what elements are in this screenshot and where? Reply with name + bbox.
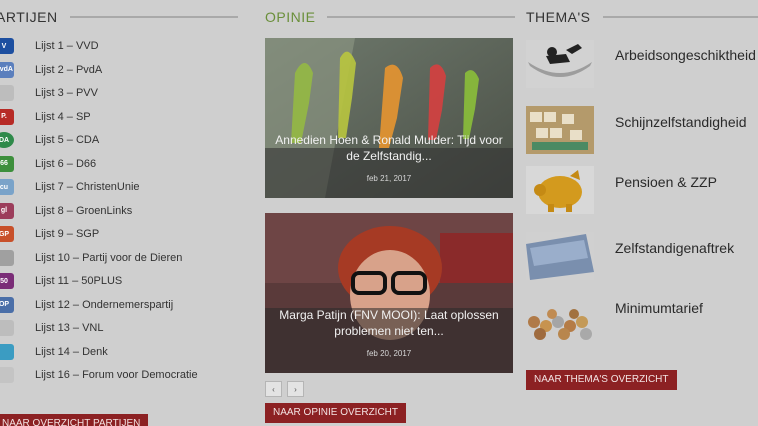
party-label[interactable]: Lijst 2 – PvdA (35, 64, 102, 76)
partijen-divider (69, 16, 238, 18)
party-item-ondernemerspartij[interactable]: OP Lijst 12 – Ondernemerspartij (0, 295, 240, 315)
party-label[interactable]: Lijst 12 – Ondernemerspartij (35, 299, 173, 311)
pager-prev-button[interactable]: ‹ (265, 381, 282, 397)
partijen-title: ARTIJEN (0, 9, 58, 25)
article-date: feb 20, 2017 (366, 349, 412, 358)
article-date: feb 21, 2017 (366, 174, 412, 183)
article-title[interactable]: Marga Patijn (FNV MOOI): Laat oplossen p… (275, 307, 503, 339)
theme-item-minimumtarief[interactable]: Minimumtarief (526, 292, 758, 342)
party-item-christenunie[interactable]: cu Lijst 7 – ChristenUnie (0, 177, 240, 197)
party-item-sp[interactable]: P. Lijst 4 – SP (0, 107, 240, 127)
party-label[interactable]: Lijst 14 – Denk (35, 346, 108, 358)
party-label[interactable]: Lijst 13 – VNL (35, 322, 103, 334)
scrabble-thumbnail (526, 106, 594, 154)
party-label[interactable]: Lijst 9 – SGP (35, 228, 99, 240)
article-card[interactable]: Marga Patijn (FNV MOOI): Laat oplossen p… (265, 213, 513, 373)
theme-label[interactable]: Pensioen & ZZP (615, 174, 717, 190)
d66-logo-icon: 66 (0, 155, 14, 172)
party-item-50plus[interactable]: 50 Lijst 11 – 50PLUS (0, 271, 240, 291)
party-label[interactable]: Lijst 1 – VVD (35, 40, 99, 52)
party-label[interactable]: Lijst 7 – ChristenUnie (35, 181, 140, 193)
party-item-cda[interactable]: DA Lijst 5 – CDA (0, 130, 240, 150)
tax-envelope-thumbnail (526, 232, 594, 280)
hammock-thumbnail (526, 40, 594, 88)
fvd-logo-icon (0, 367, 14, 383)
50plus-logo-icon: 50 (0, 273, 14, 289)
sgp-logo-icon: GP (0, 226, 14, 242)
party-item-vnl[interactable]: Lijst 13 – VNL (0, 318, 240, 338)
article-title[interactable]: Annedien Hoen & Ronald Mulder: Tijd voor… (275, 132, 503, 164)
party-label[interactable]: Lijst 8 – GroenLinks (35, 205, 132, 217)
themas-divider (602, 16, 758, 18)
party-label[interactable]: Lijst 3 – PVV (35, 87, 98, 99)
party-item-groenlinks[interactable]: gl Lijst 8 – GroenLinks (0, 201, 240, 221)
opinie-title: OPINIE (265, 9, 316, 25)
party-item-pvda[interactable]: PvdA Lijst 2 – PvdA (0, 60, 240, 80)
party-item-sgp[interactable]: GP Lijst 9 – SGP (0, 224, 240, 244)
party-item-d66[interactable]: 66 Lijst 6 – D66 (0, 154, 240, 174)
vnl-logo-icon (0, 320, 14, 336)
party-item-fvd[interactable]: Lijst 16 – Forum voor Democratie (0, 365, 240, 385)
theme-item-schijnzelfstandigheid[interactable]: Schijnzelfstandigheid (526, 106, 758, 156)
pvdd-logo-icon (0, 249, 14, 266)
cda-logo-icon: DA (0, 132, 14, 148)
opinie-overview-button[interactable]: NAAR OPINIE OVERZICHT (265, 403, 407, 423)
piggy-bank-thumbnail (526, 166, 594, 214)
party-label[interactable]: Lijst 5 – CDA (35, 134, 99, 146)
themas-title: THEMA'S (526, 9, 591, 25)
theme-label[interactable]: Minimumtarief (615, 300, 703, 316)
ondernemerspartij-logo-icon: OP (0, 296, 14, 313)
party-label[interactable]: Lijst 4 – SP (35, 111, 91, 123)
coins-thumbnail (526, 292, 594, 340)
party-item-pvdd[interactable]: Lijst 10 – Partij voor de Dieren (0, 248, 240, 268)
party-item-pvv[interactable]: Lijst 3 – PVV (0, 83, 240, 103)
party-label[interactable]: Lijst 16 – Forum voor Democratie (35, 369, 198, 381)
party-label[interactable]: Lijst 10 – Partij voor de Dieren (35, 252, 182, 264)
christenunie-logo-icon: cu (0, 179, 14, 195)
sp-logo-icon: P. (0, 108, 14, 125)
theme-label[interactable]: Schijnzelfstandigheid (615, 114, 747, 130)
theme-label[interactable]: Zelfstandigenaftrek (615, 240, 734, 256)
article-card[interactable]: Annedien Hoen & Ronald Mulder: Tijd voor… (265, 38, 513, 198)
groenlinks-logo-icon: gl (0, 202, 14, 219)
pvda-logo-icon: PvdA (0, 61, 14, 78)
theme-item-arbeidsongeschiktheid[interactable]: Arbeidsongeschiktheid (526, 40, 758, 90)
party-item-vvd[interactable]: V Lijst 1 – VVD (0, 36, 240, 56)
party-label[interactable]: Lijst 11 – 50PLUS (35, 275, 122, 287)
denk-logo-icon (0, 343, 14, 360)
pvv-logo-icon (0, 85, 14, 101)
partijen-overview-button[interactable]: NAAR OVERZICHT PARTIJEN (0, 414, 149, 426)
party-item-denk[interactable]: Lijst 14 – Denk (0, 342, 240, 362)
themas-header: THEMA'S (526, 8, 758, 26)
opinie-divider (327, 16, 515, 18)
theme-label[interactable]: Arbeidsongeschiktheid (615, 47, 756, 63)
partijen-header: ARTIJEN (0, 8, 238, 26)
vvd-logo-icon: V (0, 38, 14, 54)
opinie-header: OPINIE (265, 8, 515, 26)
pager-next-button[interactable]: › (287, 381, 304, 397)
theme-item-pensioen[interactable]: Pensioen & ZZP (526, 166, 758, 216)
theme-item-zelfstandigenaftrek[interactable]: Zelfstandigenaftrek (526, 232, 758, 282)
party-label[interactable]: Lijst 6 – D66 (35, 158, 96, 170)
themas-overview-button[interactable]: NAAR THEMA'S OVERZICHT (526, 370, 677, 390)
